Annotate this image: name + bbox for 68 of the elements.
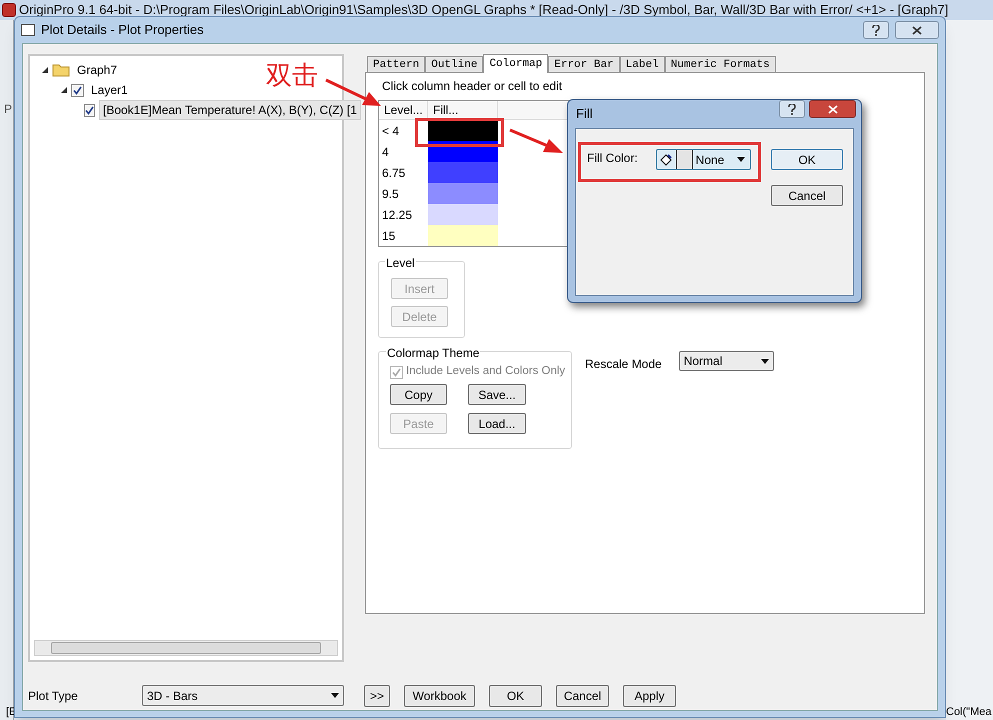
window-title: Plot Details - Plot Properties <box>41 21 205 40</box>
help-button[interactable] <box>779 100 805 118</box>
tree-item[interactable]: [Book1E]Mean Temperature! A(X), B(Y), C(Z) [1 <box>99 100 361 120</box>
color-picker[interactable]: None <box>656 149 751 170</box>
dialog-button[interactable]: OK <box>771 149 843 170</box>
dialog-button[interactable]: Save... <box>468 384 526 405</box>
dialog-button[interactable]: Workbook <box>404 684 475 706</box>
checkbox-label: Include Levels and Colors Only <box>406 364 566 380</box>
help-icon <box>872 24 880 36</box>
table-cell-text: 4 <box>381 144 390 160</box>
tab[interactable]: Label <box>620 56 665 72</box>
close-button[interactable] <box>809 100 856 118</box>
tab[interactable]: Pattern <box>367 56 426 72</box>
rescale-dropdown[interactable]: Normal <box>678 351 774 371</box>
dialog-button[interactable]: >> <box>364 684 390 706</box>
window-title: Fill <box>576 105 594 124</box>
arrow <box>509 128 563 153</box>
help-icon <box>788 104 796 114</box>
close-button[interactable] <box>895 21 939 39</box>
arrow <box>325 78 381 106</box>
table-cell-text: 15 <box>381 228 396 244</box>
table-cell-text: < 4 <box>381 122 400 140</box>
table-cell-text: 9.5 <box>381 186 400 202</box>
table-cell-text: 6.75 <box>381 164 406 182</box>
field-label: Fill Color: <box>587 150 638 167</box>
dialog-button[interactable]: Apply <box>623 684 676 706</box>
folder-icon <box>52 63 70 77</box>
color-swatch[interactable] <box>428 225 498 246</box>
tab[interactable]: Numeric Formats <box>664 56 776 72</box>
dialog-button[interactable]: OK <box>489 684 542 706</box>
help-button[interactable] <box>863 21 889 39</box>
tree-item[interactable]: Layer1 <box>88 81 131 99</box>
dialog-button[interactable]: Cancel <box>556 684 609 706</box>
dialog-button[interactable]: Load... <box>468 413 526 434</box>
app-title: OriginPro 9.1 64-bit - D:\Program Files\OriginLab\Origin91\Samples\3D OpenGL Graphs * [Read-Only] - /3D Symbol, Bar, Wall/3D Bar with Error/ <+1> - [Graph7] <box>19 1 948 20</box>
checkbox[interactable] <box>84 104 95 116</box>
checkbox[interactable] <box>71 84 84 96</box>
caret-icon <box>736 157 745 162</box>
hint-text: Click column header or cell to edit <box>382 78 564 95</box>
dialog-button[interactable]: Copy <box>390 384 447 405</box>
caret-icon <box>331 693 339 698</box>
annotation-text: 双击 <box>266 63 318 89</box>
color-swatch[interactable] <box>428 120 498 141</box>
tab[interactable]: Outline <box>425 56 484 72</box>
close-icon <box>828 104 838 114</box>
tab[interactable]: Error Bar <box>548 56 620 72</box>
column-header[interactable]: Fill... <box>428 101 498 119</box>
color-sample <box>676 150 693 169</box>
scroll-thumb[interactable] <box>51 642 321 654</box>
horizontal-scrollbar[interactable] <box>34 640 338 656</box>
expander-icon[interactable] <box>42 67 48 73</box>
side-label: P <box>4 101 12 118</box>
field-label: Plot Type <box>28 688 79 704</box>
expander-icon[interactable] <box>61 87 67 93</box>
table-cell-text: 12.25 <box>381 206 414 224</box>
color-swatch[interactable] <box>428 183 498 204</box>
dialog-button[interactable]: Cancel <box>771 185 843 206</box>
tree-item[interactable]: Graph7 <box>74 61 120 79</box>
app-logo-icon <box>2 3 16 17</box>
color-swatch[interactable] <box>428 204 498 225</box>
field-label: Rescale Mode <box>585 356 662 373</box>
close-icon <box>912 26 922 34</box>
tab[interactable]: Colormap <box>483 54 548 73</box>
status-text: Col("Mea <box>946 705 992 720</box>
plot-type-dropdown[interactable]: 3D - Bars <box>142 685 344 706</box>
caret-icon <box>760 358 769 364</box>
window-icon <box>21 24 35 36</box>
color-swatch[interactable] <box>428 162 498 183</box>
